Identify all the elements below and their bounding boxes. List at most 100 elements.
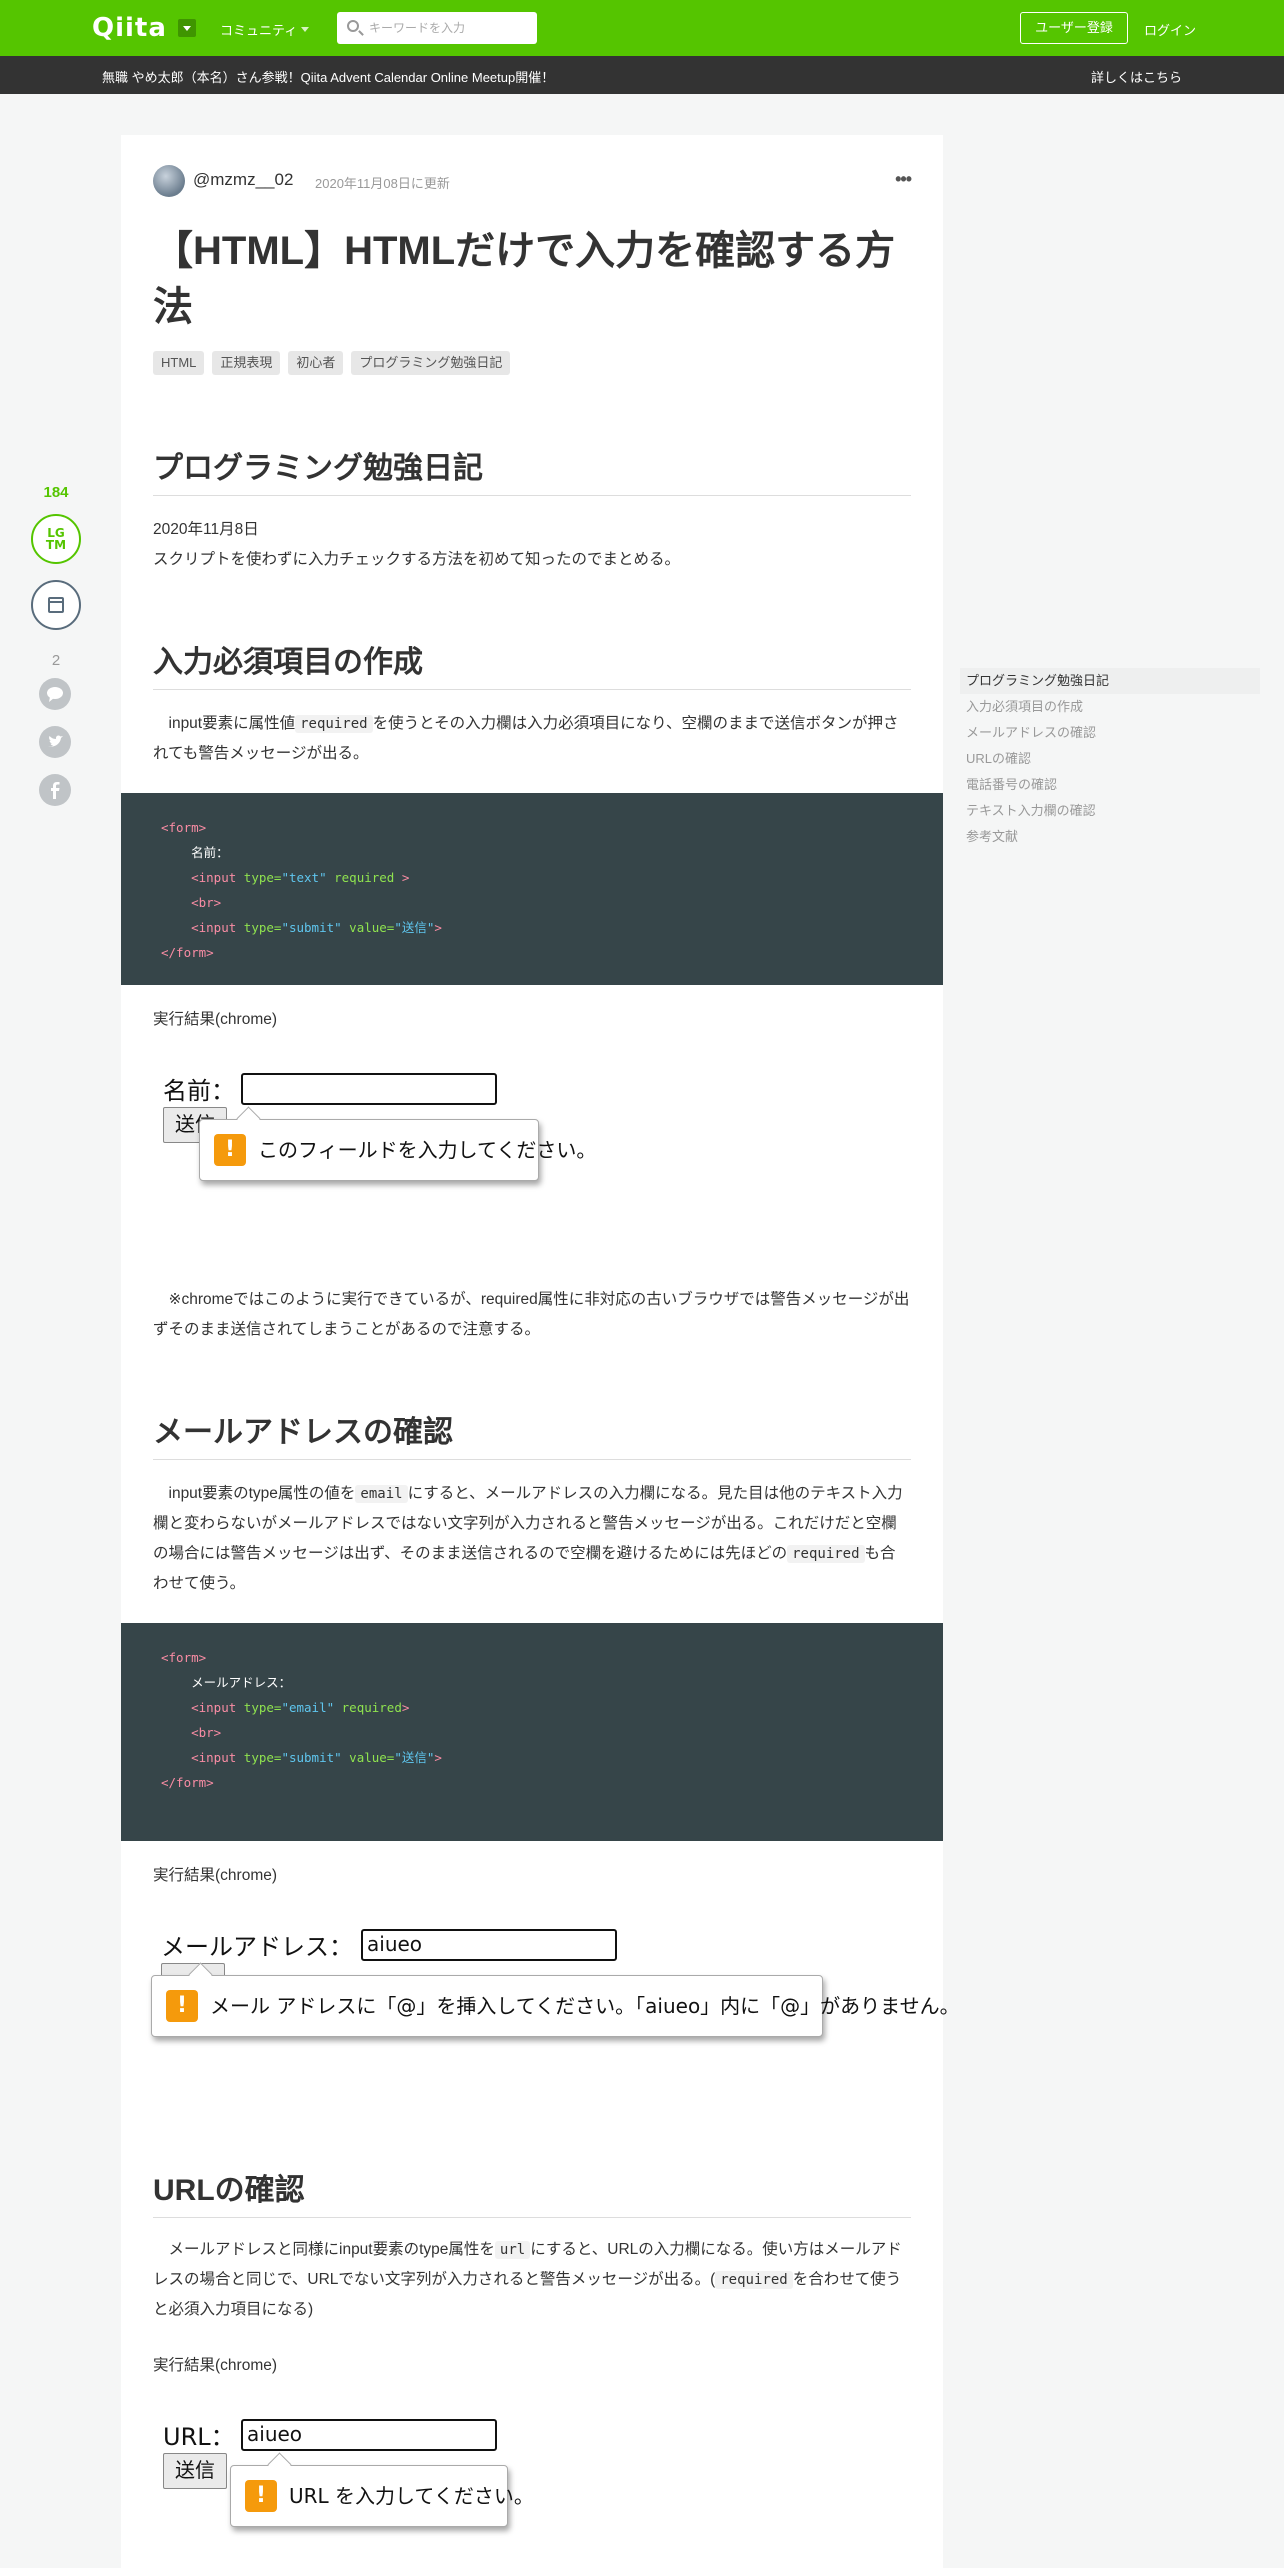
code-token: > (401, 1700, 410, 1715)
lgtm-label-bottom: TM (45, 538, 67, 552)
code-token: type= (243, 920, 282, 935)
article: @mzmz__02 2020年11月08日に更新 ••• 【HTML】HTMLだ… (121, 135, 960, 2568)
announcement-link[interactable]: 詳しくはこちら (1091, 67, 1182, 86)
toc-item-tel[interactable]: 電話番号の確認 (960, 772, 1260, 798)
code-block-required: <form> 名前： <input type="text" required >… (121, 793, 943, 985)
code-token: <form> (161, 820, 207, 835)
code-block-email: <form> メールアドレス： <input type="email" requ… (121, 1623, 943, 1841)
author-avatar[interactable] (153, 165, 185, 197)
author-name[interactable]: @mzmz__02 (193, 170, 293, 190)
chevron-down-icon (301, 27, 309, 32)
community-menu[interactable]: コミュニティ (220, 20, 297, 39)
code-token: value= (341, 920, 395, 935)
text: input要素のtype属性の値を (168, 1485, 356, 1502)
demo-email-label: メールアドレス： (161, 1933, 353, 1961)
search-input[interactable] (369, 19, 529, 37)
inline-code: required (787, 1545, 865, 1563)
table-of-contents: プログラミング勉強日記 入力必須項目の作成 メールアドレスの確認 URLの確認 … (960, 668, 1260, 850)
code-token: "送信" (394, 920, 435, 935)
code-token: value= (341, 1750, 395, 1765)
tag-regex[interactable]: 正規表現 (212, 351, 281, 375)
code-token: required (334, 1700, 402, 1715)
code-token: </form> (161, 945, 214, 960)
login-link[interactable]: ログイン (1144, 20, 1196, 39)
code-token: <input (191, 1700, 244, 1715)
validation-message: メール アドレスに「@」を挿入してください。「aiueo」内に「@」がありません… (210, 1994, 960, 2018)
validation-bubble: ! メール アドレスに「@」を挿入してください。「aiueo」内に「@」がありま… (151, 1975, 960, 2037)
validation-message: URL を入力してください。 (289, 2484, 534, 2508)
heading-email: メールアドレスの確認 (153, 1407, 911, 1460)
code-token: "submit" (281, 1750, 342, 1765)
code-token: <input (191, 920, 244, 935)
required-paragraph: input要素に属性値 required を使うとその入力欄は入力必須項目になり、空… (153, 709, 911, 769)
like-count: 184 (43, 484, 69, 501)
url-paragraph: メールアドレスと同様にinput要素のtype属性を url にすると、URLの入力… (153, 2235, 911, 2325)
code-token: <br> (191, 1725, 222, 1740)
text: input要素に属性値 (168, 715, 296, 732)
inline-code: url (494, 2241, 531, 2259)
code-token: </form> (161, 1775, 214, 1790)
code-token: > (434, 1750, 442, 1765)
stock-button[interactable] (31, 580, 81, 630)
stock-icon (48, 597, 64, 613)
email-paragraph: input要素のtype属性の値を email にすると、メールアドレスの入力欄にな… (153, 1479, 911, 1599)
result-label: 実行結果(chrome) (153, 2357, 278, 2374)
demo-name-input (241, 1073, 497, 1105)
toc-item-text[interactable]: テキスト入力欄の確認 (960, 798, 1260, 824)
tag-beginner[interactable]: 初心者 (288, 351, 344, 375)
more-menu-icon[interactable]: ••• (895, 169, 912, 190)
twitter-icon[interactable] (39, 726, 71, 758)
warning-icon: ! (245, 2480, 277, 2512)
toc-item-study-diary[interactable]: プログラミング勉強日記 (960, 668, 1260, 694)
global-header: Qiita コミュニティ ユーザー登録 ログイン (0, 0, 1284, 56)
validation-bubble: ! このフィールドを入力してください。 (199, 1119, 596, 1181)
code-token: > (434, 920, 442, 935)
tag-html[interactable]: HTML (153, 351, 205, 375)
code-token: type= (243, 1750, 282, 1765)
validation-bubble: ! URL を入力してください。 (230, 2465, 534, 2527)
lgtm-button[interactable]: LG TM (31, 514, 81, 564)
code-token: "email" (281, 1700, 335, 1715)
inline-code: required (295, 715, 373, 733)
code-token: メールアドレス： (191, 1675, 292, 1690)
toc-item-email[interactable]: メールアドレスの確認 (960, 720, 1260, 746)
toc-item-required[interactable]: 入力必須項目の作成 (960, 694, 1260, 720)
search-box[interactable] (337, 12, 537, 44)
demo-submit-button: 送信 (163, 2453, 227, 2489)
code-token: type= (243, 870, 282, 885)
logo-menu-caret-icon[interactable] (178, 19, 196, 37)
code-token: "送信" (394, 1750, 435, 1765)
heading-required: 入力必須項目の作成 (153, 637, 911, 690)
result-label: 実行結果(chrome) (153, 1867, 278, 1884)
demo-name-label: 名前： (163, 1077, 235, 1105)
search-icon (347, 20, 359, 32)
inline-code: required (715, 2271, 793, 2289)
code-token: <br> (191, 895, 222, 910)
tag-study-diary[interactable]: プログラミング勉強日記 (351, 351, 511, 375)
updated-date: 2020年11月08日に更新 (315, 176, 450, 191)
warning-icon: ! (166, 1990, 198, 2022)
inline-code: email (355, 1485, 408, 1503)
announcement-text[interactable]: 無職 やめ太郎（本名）さん参戦！Qiita Advent Calendar On… (102, 67, 554, 86)
article-date-text: 2020年11月8日 (153, 521, 259, 538)
heading-url: URLの確認 (153, 2165, 911, 2218)
toc-item-url[interactable]: URLの確認 (960, 746, 1260, 772)
code-token: "submit" (281, 920, 342, 935)
validation-message: このフィールドを入力してください。 (258, 1138, 597, 1162)
code-token: <input (191, 870, 244, 885)
code-token: 名前： (191, 845, 229, 860)
announcement-bar: 無職 やめ太郎（本名）さん参戦！Qiita Advent Calendar On… (0, 56, 1284, 94)
required-note: ※chromeではこのように実行できているが、required属性に非対応の古い… (153, 1291, 910, 1338)
intro-text: スクリプトを使わずに入力チェックする方法を初めて知ったのでまとめる。 (153, 551, 681, 568)
facebook-icon[interactable] (39, 774, 71, 806)
qiita-logo[interactable]: Qiita (92, 13, 167, 43)
heading-study-diary: プログラミング勉強日記 (153, 443, 911, 496)
comment-count: 2 (51, 652, 61, 669)
article-title: 【HTML】HTMLだけで入力を確認する方法 (153, 229, 896, 329)
comment-icon[interactable] (39, 678, 71, 710)
toc-item-references[interactable]: 参考文献 (960, 824, 1260, 850)
signup-button[interactable]: ユーザー登録 (1020, 12, 1128, 44)
warning-icon: ! (214, 1134, 246, 1166)
text: メールアドレスと同様にinput要素のtype属性を (168, 2241, 495, 2258)
code-token: required (326, 870, 402, 885)
